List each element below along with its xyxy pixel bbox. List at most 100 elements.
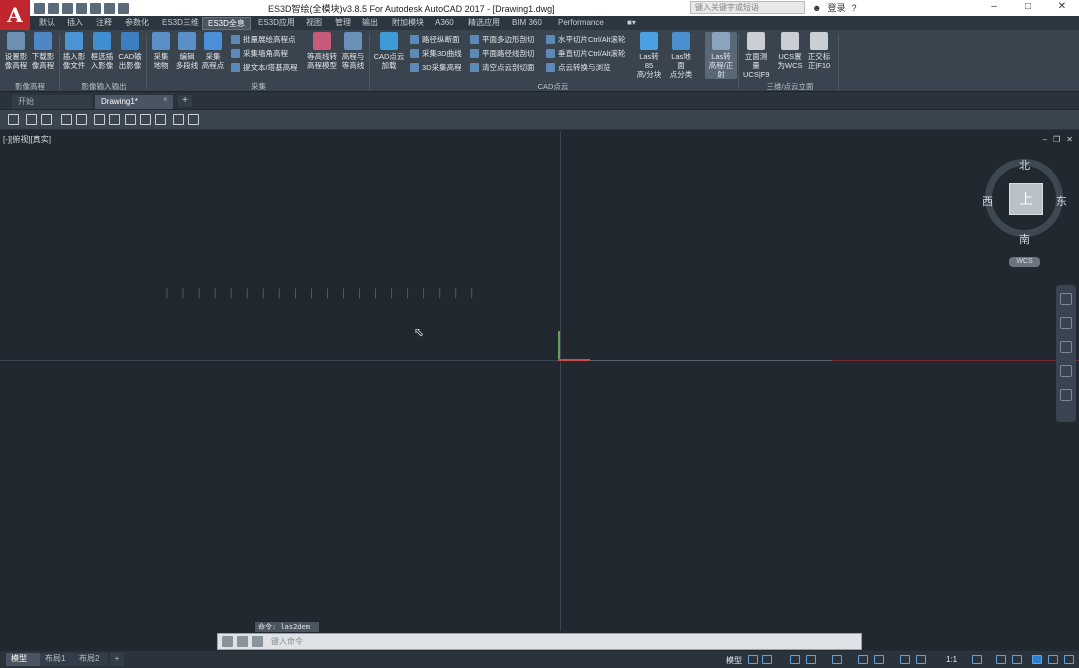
drawing-viewport[interactable]: [-][俯视][真实] – ❐ ✕ ⬁ | | | | | | | | | | … <box>0 131 1079 631</box>
ribbon-tab-9[interactable]: 输出 <box>357 17 383 30</box>
tab-start[interactable]: 开始 <box>12 95 92 109</box>
auto-scale-icon[interactable] <box>916 655 926 664</box>
ribbon-tab-7[interactable]: 视图 <box>301 17 327 30</box>
toolbar-tool-icon-11[interactable] <box>188 114 199 125</box>
ribbon-tab-3[interactable]: 参数化 <box>120 17 154 30</box>
viewport-minimize-icon[interactable]: – <box>1043 135 1047 144</box>
recent-commands-icon[interactable] <box>252 636 263 647</box>
ribbon-small-button-9[interactable]: 水平切片Ctrl/Alt滚轮 <box>546 34 626 45</box>
ribbon-tab-5[interactable]: ES3D全息 <box>202 17 251 30</box>
add-layout-button[interactable]: + <box>110 653 124 666</box>
ribbon-tab-0[interactable]: 默认 <box>34 17 60 30</box>
minimize-button[interactable]: – <box>977 0 1011 14</box>
ribbon-button-7[interactable]: 采集 高程点 <box>200 32 226 70</box>
save-icon[interactable] <box>62 2 73 14</box>
ribbon-tab-12[interactable]: 精选应用 <box>463 17 505 30</box>
tab-drawing1[interactable]: Drawing1* <box>95 95 173 109</box>
ribbon-tab-2[interactable]: 注释 <box>91 17 117 30</box>
close-button[interactable]: ✕ <box>1045 0 1079 14</box>
ribbon-button-3[interactable]: 框选插 入影像 <box>89 32 115 70</box>
print-icon[interactable] <box>90 2 101 14</box>
ribbon-small-button-6[interactable]: 平面多边形剖切 <box>470 34 535 45</box>
search-input[interactable]: 键入关键字或短语 <box>690 1 805 14</box>
toolbar-tool-icon-6[interactable] <box>109 114 120 125</box>
ribbon-tab-8[interactable]: 管理 <box>330 17 356 30</box>
isolate-objects-icon[interactable] <box>1032 655 1042 664</box>
ribbon-button-12[interactable]: Las地面 点分类 <box>668 32 694 79</box>
ribbon-button-1[interactable]: 下载影 像高程 <box>30 32 56 70</box>
tab-layout2[interactable]: 布局2 <box>74 653 108 666</box>
ribbon-button-10[interactable]: CAD点云 加载 <box>373 32 405 70</box>
command-input[interactable]: 键入命令 <box>271 636 303 647</box>
toolbar-tool-icon-9[interactable] <box>155 114 166 125</box>
ribbon-tab-1[interactable]: 插入 <box>62 17 88 30</box>
toolbar-tool-icon-8[interactable] <box>140 114 151 125</box>
ribbon-small-button-3[interactable]: 路径纵断面 <box>410 34 460 45</box>
lineweight-icon[interactable] <box>874 655 884 664</box>
close-command-icon[interactable] <box>222 636 233 647</box>
ribbon-panel-label[interactable]: CAD点云 <box>370 81 736 92</box>
compass-south[interactable]: 南 <box>1019 231 1030 247</box>
snap-icon[interactable] <box>762 655 772 664</box>
ribbon-small-button-1[interactable]: 采集墙角高程 <box>231 48 288 59</box>
toolbar-tool-icon-3[interactable] <box>61 114 72 125</box>
ribbon-button-15[interactable]: UCS置 为WCS <box>777 32 803 70</box>
toolbar-tool-icon-0[interactable] <box>8 114 19 125</box>
viewport-close-icon[interactable]: ✕ <box>1066 135 1073 144</box>
steering-wheel-icon[interactable] <box>1060 293 1072 305</box>
ribbon-button-9[interactable]: 高程与 等高线 <box>340 32 366 70</box>
ribbon-panel-label[interactable]: 三维/点云立面 <box>740 81 840 92</box>
undo-icon[interactable] <box>104 2 115 14</box>
ribbon-options-icon[interactable]: ■▾ <box>622 17 641 30</box>
polar-icon[interactable] <box>806 655 816 664</box>
ribbon-button-5[interactable]: 采集 地物 <box>148 32 174 70</box>
ribbon-tab-14[interactable]: Performance <box>553 17 609 30</box>
ribbon-button-0[interactable]: 设置影 像高程 <box>3 32 29 70</box>
ribbon-small-button-7[interactable]: 平面路径线剖切 <box>470 48 535 59</box>
ribbon-small-button-8[interactable]: 清空点云剖切面 <box>470 62 535 73</box>
toolbar-tool-icon-4[interactable] <box>76 114 87 125</box>
compass-east[interactable]: 东 <box>1056 193 1067 209</box>
viewport-restore-icon[interactable]: ❐ <box>1053 135 1060 144</box>
redo-icon[interactable] <box>118 2 129 14</box>
annotation-monitor-icon[interactable] <box>996 655 1006 664</box>
ribbon-button-14[interactable]: 立面测量 UCS|F9 <box>743 32 770 79</box>
ribbon-panel-label[interactable]: 影像高程 <box>0 81 60 92</box>
close-tab-icon[interactable]: × <box>163 95 168 104</box>
ribbon-button-8[interactable]: 等高线转 高程模型 <box>306 32 338 70</box>
ribbon-tab-6[interactable]: ES3D应用 <box>253 17 300 30</box>
ribbon-small-button-4[interactable]: 采集3D曲线 <box>410 48 462 59</box>
model-space-button[interactable]: 模型 <box>726 655 742 666</box>
login-button[interactable]: 登录 <box>827 1 845 14</box>
toolbar-tool-icon-5[interactable] <box>94 114 105 125</box>
orbit-icon[interactable] <box>1060 365 1072 377</box>
tab-model[interactable]: 模型 <box>6 653 40 666</box>
ribbon-small-button-10[interactable]: 垂直切片Ctrl/Alt滚轮 <box>546 48 626 59</box>
viewport-label[interactable]: [-][俯视][真实] <box>3 134 51 145</box>
ucs-menu[interactable]: WCS <box>1009 257 1040 267</box>
ribbon-small-button-5[interactable]: 3D采集高程 <box>410 62 462 73</box>
compass-north[interactable]: 北 <box>1019 157 1030 173</box>
open-file-icon[interactable] <box>48 2 59 14</box>
ribbon-button-4[interactable]: CAD输 出影像 <box>117 32 143 70</box>
pan-icon[interactable] <box>1060 317 1072 329</box>
ribbon-button-13[interactable]: Las转 高程/正射 <box>705 32 737 79</box>
viewcube-top-face[interactable]: 上 <box>1009 183 1043 215</box>
grid-icon[interactable] <box>748 655 758 664</box>
toolbar-tool-icon-7[interactable] <box>125 114 136 125</box>
ribbon-button-16[interactable]: 正交标 正|F10 <box>806 32 832 70</box>
customize-icon[interactable] <box>237 636 248 647</box>
workspace-gear-icon[interactable] <box>972 655 982 664</box>
maximize-button[interactable]: □ <box>1011 0 1045 14</box>
tab-layout1[interactable]: 布局1 <box>40 653 74 666</box>
ribbon-panel-label[interactable]: 影像输入输出 <box>61 81 147 92</box>
new-file-icon[interactable] <box>34 2 45 14</box>
user-icon[interactable]: ☻ <box>812 3 821 13</box>
ribbon-small-button-0[interactable]: 批量展绘高程点 <box>231 34 296 45</box>
ribbon-button-2[interactable]: 插入影 像文件 <box>61 32 87 70</box>
ribbon-button-11[interactable]: Las转85 高/分块 <box>636 32 662 79</box>
ribbon-tab-11[interactable]: A360 <box>430 17 459 30</box>
ribbon-tab-10[interactable]: 附加模块 <box>387 17 429 30</box>
ribbon-small-button-11[interactable]: 点云转换与浏览 <box>546 62 611 73</box>
ribbon-button-6[interactable]: 编辑 多段线 <box>174 32 200 70</box>
